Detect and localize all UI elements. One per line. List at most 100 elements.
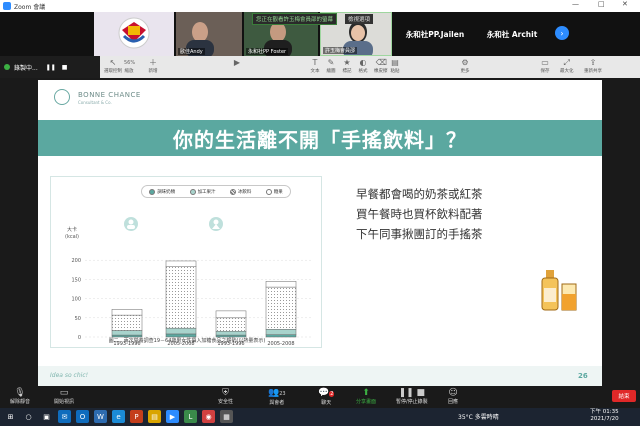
tool-select[interactable]: ↖ 選取控制 [104, 58, 122, 74]
task-view-icon[interactable]: ▣ [40, 410, 53, 423]
reactions-icon: ☺ [448, 388, 458, 398]
y-tick-label: 200 [71, 258, 81, 264]
bar-segment [215, 317, 247, 332]
edge-icon[interactable]: e [112, 410, 125, 423]
minimize-icon[interactable]: — [572, 0, 579, 8]
legend-item: 冰飲料 [229, 188, 251, 195]
participant-tile-name-only[interactable]: 永和社 Archit [476, 12, 548, 56]
tool-reshare[interactable]: ⇪ 重新共享 [584, 58, 602, 74]
female-icon [209, 217, 223, 231]
stop-recording-icon[interactable]: ■ [62, 64, 68, 71]
eraser-icon: ⌫ [375, 58, 388, 67]
view-options-button[interactable]: 檢視選項 [345, 14, 374, 24]
participant-tile-logo[interactable] [94, 12, 174, 56]
powerpoint-icon[interactable]: P [130, 410, 143, 423]
line-icon[interactable]: L [184, 410, 197, 423]
tool-format[interactable]: ◐ 格式 [358, 58, 368, 74]
participant-name: 許玉梅會員邵 [323, 47, 358, 54]
bar-segment [111, 330, 143, 336]
close-icon[interactable]: ✕ [622, 0, 628, 8]
pause-stop-recording-button[interactable]: ❚❚ ■ 暫停/停止錄製 [396, 388, 428, 405]
tool-add[interactable]: ＋新增 [148, 58, 158, 74]
microphone-muted-icon: 🎙 [14, 388, 26, 398]
chat-badge: 2 [329, 391, 335, 397]
bar-segment [265, 286, 297, 330]
tool-more[interactable]: ⚙ 更多 [460, 58, 470, 74]
reactions-button[interactable]: ☺ 回應 [448, 388, 458, 405]
brand-subtitle: Consultant & Co. [78, 100, 112, 105]
tool-maximize[interactable]: ⤢ 最大化 [560, 58, 574, 74]
zoom-taskbar-icon[interactable]: ▶ [166, 410, 179, 423]
page-number: 26 [578, 372, 588, 380]
bullet-item: 下午同事揪團訂的手搖茶 [356, 227, 483, 241]
mail-icon[interactable]: ✉ [58, 410, 71, 423]
recording-indicator: 錄製中... ❚❚ ■ [0, 56, 100, 78]
pointer-icon: ↖ [109, 58, 117, 67]
windows-start-icon[interactable]: ⊞ [4, 410, 17, 423]
chrome-icon[interactable]: ◉ [202, 410, 215, 423]
participant-name: 永和社PP.Jailen [405, 29, 465, 39]
expand-icon: ⤢ [563, 58, 570, 67]
bar-segment [215, 330, 247, 336]
bar-segment [215, 310, 247, 319]
participant-tile-name-only[interactable]: 永和社PP.Jailen [396, 12, 474, 56]
bar-segment [111, 309, 143, 316]
tool-stamp[interactable]: ★ 標記 [342, 58, 352, 74]
stamp-icon: ★ [343, 58, 351, 67]
legend-item: 加工果汁 [189, 188, 216, 195]
participant-tile[interactable]: 歐佳Andy [176, 12, 242, 56]
video-off-icon: ▭ [59, 388, 69, 398]
y-tick-label: 150 [71, 277, 81, 283]
slide-footer [38, 366, 602, 386]
search-icon[interactable]: ○ [22, 410, 35, 423]
zoom-level[interactable]: 56% 縮放 [124, 58, 135, 74]
app-icon[interactable]: ▦ [220, 410, 233, 423]
outlook-icon[interactable]: O [76, 410, 89, 423]
bar-segment [165, 266, 197, 329]
chart-caption: 圖二．兩次營養調查19－64歲男女性攝入加糖食品之趨勢(以熱量表示) [108, 338, 266, 344]
window-title: Zoom 會議 [14, 3, 46, 11]
bar-segment [111, 314, 143, 331]
weather-widget[interactable]: 35°C 多雲時晴 [458, 412, 499, 421]
bullet-item: 買午餐時也買杯飲料配著 [356, 207, 483, 221]
stacked-bar-chart: 大卡 (kcal) 0501001502001993-1996 2005-2008… [65, 217, 313, 347]
time: 下午 01:35 [590, 409, 619, 415]
more-icon: ⚙ [461, 58, 469, 67]
start-video-button[interactable]: ▭ 開始視訊 [54, 388, 74, 405]
clock[interactable]: 下午 01:35 2021/7/20 [590, 409, 619, 423]
legend-item: 調味奶類 [149, 188, 175, 195]
rotary-logo-icon [118, 17, 150, 49]
brand-name: BONNE CHANCE [78, 91, 141, 99]
word-icon[interactable]: W [94, 410, 107, 423]
slide-bullets: 早餐都會喝的奶茶或紅茶 買午餐時也買杯飲料配著 下午同事揪團訂的手搖茶 [356, 184, 483, 244]
bar-segment [165, 260, 197, 267]
pause-recording-icon[interactable]: ❚❚ [46, 64, 56, 71]
participant-name: 永和社 Archit [486, 29, 538, 39]
unmute-button[interactable]: 🎙 解除靜音 [10, 388, 30, 405]
participants-button[interactable]: 👥23 與會者 [268, 388, 286, 406]
tool-draw[interactable]: ✎ 繪圖 [326, 58, 336, 74]
tool-play[interactable]: ▶ [232, 58, 242, 68]
plus-icon: ＋ [149, 58, 157, 67]
drinks-illustration-icon [541, 270, 577, 311]
share-screen-button[interactable]: ⬆ 分享畫面 [356, 388, 376, 405]
tool-save[interactable]: ▭ 保存 [540, 58, 550, 74]
shared-slide: BONNE CHANCE Consultant & Co. 你的生活離不開「手搖… [38, 80, 602, 386]
maximize-icon[interactable]: □ [598, 0, 605, 8]
footer-tagline: Idea so chic! [50, 372, 89, 379]
file-explorer-icon[interactable]: ▤ [148, 410, 161, 423]
chat-button[interactable]: 💬2 聊天 [318, 388, 335, 406]
legend-item: 糖果 [265, 188, 283, 195]
play-icon: ▶ [233, 58, 241, 67]
tool-eraser[interactable]: ⌫ 橡皮擦 [374, 58, 388, 74]
end-meeting-button[interactable]: 結束 [612, 390, 636, 402]
tool-paste[interactable]: ▤ 粘貼 [390, 58, 400, 74]
tool-text[interactable]: T 文本 [310, 58, 320, 74]
pen-icon: ✎ [327, 58, 335, 67]
next-page-button[interactable]: › [555, 26, 569, 40]
y-tick-label: 100 [71, 297, 81, 303]
security-button[interactable]: ⛨ 安全性 [218, 388, 233, 405]
recording-label: 錄製中... [14, 64, 38, 72]
participant-name: 永和社PP Foster [246, 48, 289, 55]
chat-icon: 💬2 [318, 388, 335, 398]
